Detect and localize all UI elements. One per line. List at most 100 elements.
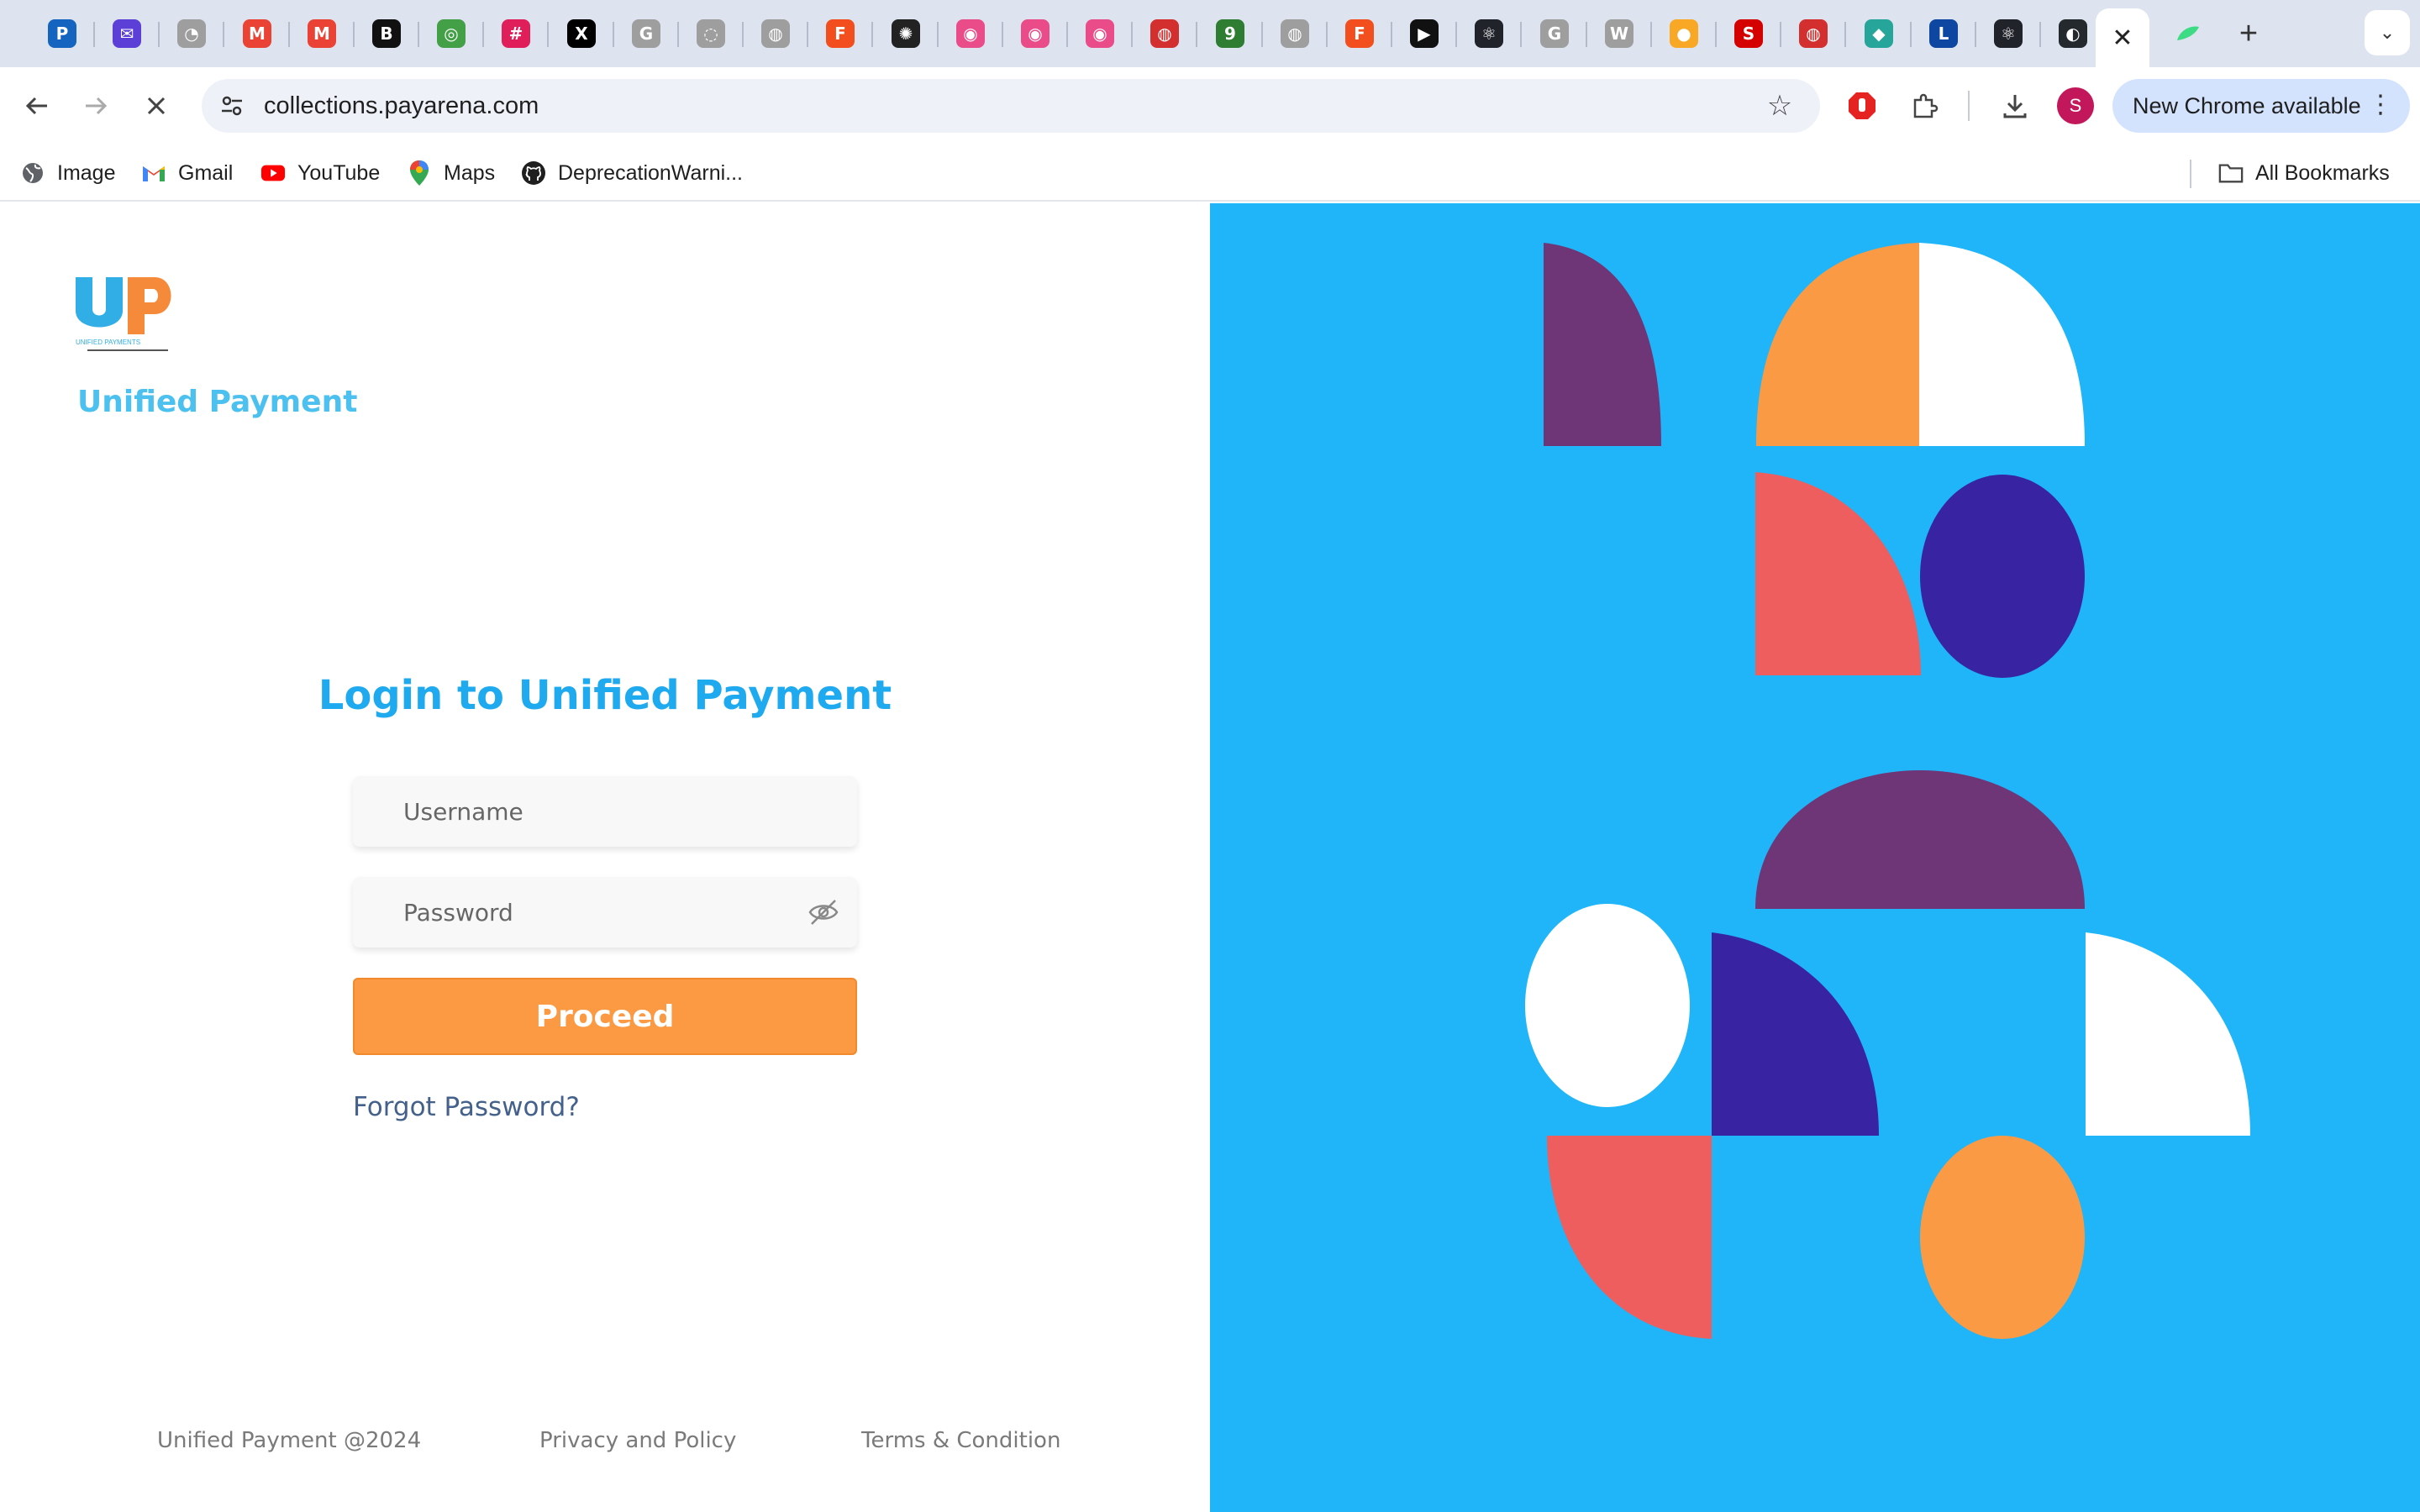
tab-wikipedia[interactable]: W <box>1599 13 1639 54</box>
tab-green[interactable]: ◎ <box>431 13 471 54</box>
tab-x[interactable]: X <box>561 13 602 54</box>
tab-dribbble-1[interactable]: ◉ <box>950 13 991 54</box>
tab-google-1[interactable]: G <box>626 13 666 54</box>
back-button[interactable] <box>17 86 57 126</box>
bookmark-label: Image <box>57 160 116 185</box>
tab-payarena[interactable]: P <box>42 13 82 54</box>
tab-red-circle-2[interactable]: ◍ <box>1793 13 1833 54</box>
tab-gmail-2[interactable]: M <box>302 13 342 54</box>
tab-separator <box>158 22 160 47</box>
brand-name: Unified Payment <box>77 385 358 419</box>
purple-half-shape <box>1755 770 2085 909</box>
tab-red-circle-favicon-icon: ◍ <box>1150 19 1179 48</box>
stop-loading-button[interactable] <box>136 86 176 126</box>
coral-quarter-shape <box>1755 472 1921 675</box>
tab-live[interactable]: L <box>1923 13 1964 54</box>
adblock-extension-icon[interactable] <box>1842 86 1882 126</box>
github-icon <box>521 160 546 186</box>
tab-separator <box>677 22 679 47</box>
tab-separator <box>871 22 873 47</box>
globe-icon <box>20 160 45 186</box>
white-ellipse-shape <box>1525 904 1690 1107</box>
tab-chatgpt[interactable]: ✺ <box>886 13 926 54</box>
bookmark-maps[interactable]: Maps <box>407 156 495 190</box>
tab-google-2[interactable]: G <box>1534 13 1575 54</box>
tab-figma-like[interactable]: ◍ <box>755 13 796 54</box>
bookmark-image[interactable]: Image <box>20 156 115 190</box>
new-chrome-available-button[interactable]: New Chrome available ⋮ <box>2112 79 2410 133</box>
login-title: Login to Unified Payment <box>318 672 892 719</box>
tab-dribbble-1-favicon-icon: ◉ <box>956 19 985 48</box>
arrow-right-icon <box>86 97 108 115</box>
tab-separator <box>93 22 95 47</box>
forgot-password-link[interactable]: Forgot Password? <box>353 1092 580 1122</box>
proceed-button[interactable]: Proceed <box>353 978 857 1055</box>
tab-slack[interactable]: # <box>496 13 536 54</box>
tab-s-red[interactable]: S <box>1728 13 1769 54</box>
extensions-puzzle-icon[interactable] <box>1904 86 1944 126</box>
close-tab-icon[interactable]: ✕ <box>2112 24 2133 53</box>
tab-play[interactable]: ▶ <box>1404 13 1444 54</box>
tab-react-1[interactable]: ⚛ <box>1469 13 1509 54</box>
footer-copyright: Unified Payment @2024 <box>157 1428 422 1453</box>
tab-site[interactable]: ◌ <box>691 13 731 54</box>
bookmark-youtube[interactable]: YouTube <box>260 156 380 190</box>
tab-figma-1[interactable]: F <box>820 13 860 54</box>
bookmark-gmail[interactable]: Gmail <box>141 156 233 190</box>
tab-github[interactable]: ◐ <box>2053 13 2093 54</box>
tab-separator <box>1650 22 1652 47</box>
profile-avatar[interactable]: S <box>2057 87 2094 124</box>
new-tab-button[interactable]: + <box>2228 13 2269 54</box>
gmail-icon <box>141 160 166 186</box>
tab-separator <box>1066 22 1068 47</box>
map-pin-icon <box>407 160 432 186</box>
tab-react-2-favicon-icon: ⚛ <box>1994 19 2023 48</box>
tab-separator <box>1780 22 1781 47</box>
forward-button[interactable] <box>76 86 116 126</box>
tab-react-2[interactable]: ⚛ <box>1988 13 2028 54</box>
more-menu-icon[interactable]: ⋮ <box>2368 91 2393 119</box>
tab-site-2[interactable]: ◍ <box>1275 13 1315 54</box>
tab-github-favicon-icon: ◐ <box>2059 19 2087 48</box>
youtube-icon <box>260 160 286 186</box>
tab-bank[interactable]: ● <box>1664 13 1704 54</box>
tab-separator <box>1844 22 1846 47</box>
username-input[interactable] <box>353 776 857 847</box>
tab-9ja[interactable]: 9 <box>1210 13 1250 54</box>
purple-quarter-shape <box>1544 243 1661 446</box>
tab-search-button[interactable]: ⌄ <box>2365 10 2410 55</box>
tab-mail[interactable]: ✉ <box>107 13 147 54</box>
tab-site-2-favicon-icon: ◍ <box>1281 19 1309 48</box>
site-info-icon[interactable] <box>215 89 249 123</box>
active-tab[interactable]: ✕ <box>2096 8 2149 67</box>
tab-google-2-favicon-icon: G <box>1540 19 1569 48</box>
tab-dribbble-2-favicon-icon: ◉ <box>1021 19 1050 48</box>
leaf-icon <box>2177 26 2199 40</box>
password-input[interactable] <box>353 877 857 948</box>
tab-separator <box>353 22 355 47</box>
tab-mail-favicon-icon: ✉ <box>113 19 141 48</box>
tab-dribbble-2[interactable]: ◉ <box>1015 13 1055 54</box>
tab-red-circle[interactable]: ◍ <box>1144 13 1185 54</box>
tab-b[interactable]: B <box>366 13 407 54</box>
tab-diamond[interactable]: ◆ <box>1859 13 1899 54</box>
tab-app[interactable]: ◔ <box>171 13 212 54</box>
tab-separator <box>1520 22 1522 47</box>
bookmark-star-icon[interactable]: ☆ <box>1761 87 1798 124</box>
tab-dribbble-3[interactable]: ◉ <box>1080 13 1120 54</box>
toggle-password-visibility-icon[interactable] <box>807 895 840 929</box>
tab-green-leaf[interactable] <box>2168 13 2208 54</box>
tab-figma-2[interactable]: F <box>1339 13 1380 54</box>
privacy-policy-link[interactable]: Privacy and Policy <box>539 1428 736 1453</box>
url-text[interactable]: collections.payarena.com <box>264 89 539 123</box>
tab-live-favicon-icon: L <box>1929 19 1958 48</box>
download-icon[interactable] <box>1995 86 2035 126</box>
all-bookmarks-button[interactable]: All Bookmarks <box>2218 156 2390 190</box>
terms-condition-link[interactable]: Terms & Condition <box>861 1428 1060 1453</box>
tab-separator <box>1326 22 1328 47</box>
tab-gmail-1[interactable]: M <box>237 13 277 54</box>
tab-diamond-favicon-icon: ◆ <box>1865 19 1893 48</box>
tab-separator <box>937 22 939 47</box>
tab-separator <box>1975 22 1976 47</box>
bookmark-deprecation-warning[interactable]: DeprecationWarni... <box>521 156 743 190</box>
